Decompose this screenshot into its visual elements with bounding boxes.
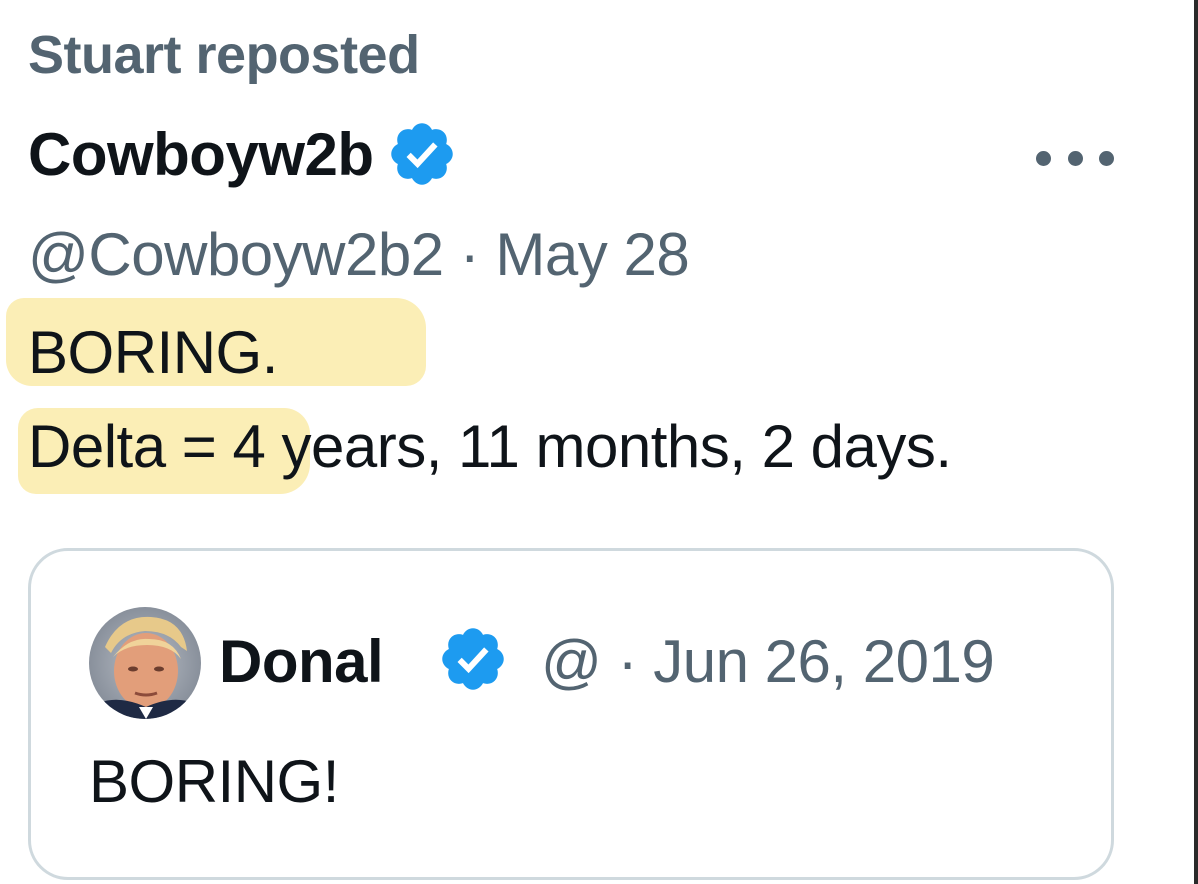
more-options-button[interactable]	[1036, 140, 1114, 176]
avatar-image	[89, 607, 201, 719]
post-text-line: BORING.	[28, 319, 278, 386]
quoted-post-card[interactable]: Donal @ · Jun 26, 2019 BORING!	[28, 548, 1114, 880]
more-options-icon-dot	[1067, 150, 1083, 166]
author-row: Cowboyw2b	[28, 118, 458, 190]
more-options-icon-dot	[1099, 150, 1114, 166]
avatar[interactable]	[89, 607, 201, 719]
quoted-post-text: BORING!	[89, 748, 339, 815]
verified-badge-icon	[390, 123, 453, 185]
more-options-icon	[1036, 150, 1051, 166]
quoted-author-display-name[interactable]: Donal	[219, 627, 429, 696]
quoted-handle-date[interactable]: @ · Jun 26, 2019	[541, 627, 995, 696]
post-view: Stuart reposted Cowboyw2b @Cowboyw2b2 · …	[0, 0, 1198, 884]
repost-indicator[interactable]: Stuart reposted	[28, 24, 420, 86]
post-text-line: Delta = 4 years, 11 months, 2 days.	[28, 413, 952, 480]
window-edge	[1194, 0, 1198, 884]
author-handle-date[interactable]: @Cowboyw2b2 · May 28	[28, 220, 690, 289]
author-display-name[interactable]: Cowboyw2b	[28, 120, 374, 189]
verified-badge-icon	[442, 628, 504, 690]
